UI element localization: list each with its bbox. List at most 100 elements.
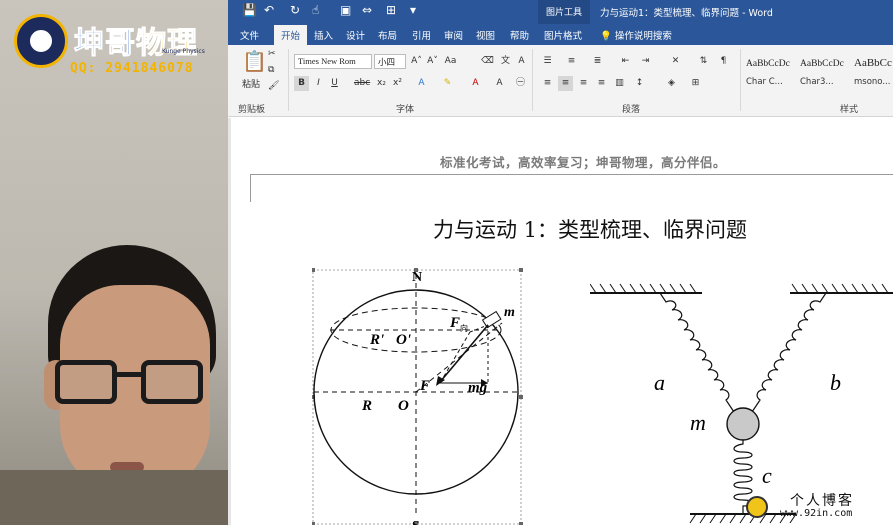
bullets-icon[interactable]: ☰ (540, 54, 555, 69)
show-marks-icon[interactable]: ¶ (716, 54, 731, 69)
paste-icon[interactable]: 📋 (242, 49, 267, 73)
cut-icon[interactable]: ✂ (268, 49, 276, 59)
title-bar: 💾 ↶ ↻ ☝ ▣ ⇔ ⊞ ▾ 图片工具 力与运动1：类型梳理、临界问题 - W… (228, 0, 893, 24)
earth-rotation-figure[interactable]: N S R' O' R O F F 向 mg m (312, 268, 524, 525)
spring-a (659, 292, 735, 413)
customize-qat-icon[interactable]: ▾ (410, 3, 416, 17)
text-effects-icon[interactable]: A (414, 76, 429, 91)
clear-format-icon[interactable]: ⌫ (480, 54, 495, 69)
spacing-icon[interactable]: ⇔ (362, 3, 372, 17)
touch-mode-icon[interactable]: ☝ (312, 3, 319, 17)
paste-button[interactable]: 粘贴 (242, 77, 260, 90)
label-f-subscript: 向 (460, 323, 468, 333)
justify-icon[interactable]: ≡ (594, 76, 609, 91)
label-mass: m (690, 410, 706, 435)
redo-icon[interactable]: ↻ (290, 3, 300, 17)
styles-group-label: 样式 (840, 105, 859, 115)
multilevel-list-icon[interactable]: ≣ (590, 54, 605, 69)
copy-icon[interactable]: ⧉ (268, 65, 274, 75)
tab-file[interactable]: 文件 (240, 28, 259, 42)
asian-layout-icon[interactable]: ✕ (668, 54, 683, 69)
italic-button[interactable]: I (311, 76, 326, 91)
label-spring-b: b (830, 370, 841, 395)
highlight-icon[interactable]: ✎ (440, 76, 455, 91)
align-right-icon[interactable]: ≡ (576, 76, 591, 91)
draw-table-icon[interactable]: ⊞ (386, 3, 396, 17)
logo-qq: QQ: 2941846078 (70, 61, 194, 76)
phonetic-guide-icon[interactable]: 文 (498, 54, 513, 69)
font-name-combo[interactable]: Times New Rom (294, 54, 372, 69)
font-color-icon[interactable]: A (468, 76, 483, 91)
label-o: O (398, 398, 409, 414)
presenter-glasses (55, 360, 215, 410)
watermark-url: www.92in.com (780, 508, 853, 519)
paragraph-group-label: 段落 (622, 105, 641, 115)
underline-button[interactable]: U (327, 76, 342, 91)
tab-view[interactable]: 视图 (476, 28, 495, 42)
grow-font-icon[interactable]: A˄ (409, 54, 424, 69)
label-m: m (504, 305, 515, 320)
change-case-icon[interactable]: Aa (443, 54, 458, 69)
window-title: 力与运动1：类型梳理、临界问题 - Word (600, 8, 773, 19)
numbering-icon[interactable]: ≡ (564, 54, 579, 69)
three-springs-figure[interactable]: a b c m (590, 278, 893, 525)
spring-b (751, 292, 827, 413)
align-center-icon[interactable]: ≡ (558, 76, 573, 91)
superscript-button[interactable]: x² (390, 76, 405, 91)
decrease-indent-icon[interactable]: ⇤ (618, 54, 633, 69)
style-msonormal[interactable]: AaBbCc msono... (854, 51, 893, 97)
style-char-c[interactable]: AaBbCcDc Char C... (746, 51, 800, 97)
sort-icon[interactable]: ⇅ (696, 54, 711, 69)
astronaut-icon (14, 14, 68, 68)
tab-review[interactable]: 审阅 (444, 28, 463, 42)
print-preview-icon[interactable]: ▣ (340, 3, 351, 17)
tab-insert[interactable]: 插入 (314, 28, 333, 42)
undo-icon[interactable]: ↶ (264, 3, 274, 17)
ribbon-tabs: 文件 开始 插入 设计 布局 引用 审阅 视图 帮助 图片格式 💡 操作说明搜索 (228, 24, 893, 46)
webcam-panel: 坤哥物理 Kunge Physics QQ: 2941846078 (0, 0, 228, 525)
document-heading[interactable]: 力与运动 1：类型梳理、临界问题 (433, 214, 747, 244)
strikethrough-button[interactable]: abc (354, 76, 370, 91)
char-border-icon[interactable]: A (514, 54, 529, 69)
tab-help[interactable]: 帮助 (510, 28, 529, 42)
shrink-font-icon[interactable]: A˅ (425, 54, 440, 69)
font-size-combo[interactable]: 小四 (374, 54, 406, 69)
tell-me-search[interactable]: 💡 操作说明搜索 (600, 28, 672, 42)
bold-button[interactable]: B (294, 76, 309, 91)
distributed-icon[interactable]: ▥ (612, 76, 627, 91)
watermark-title: 个人博客 (790, 493, 854, 509)
kunge-physics-logo: 坤哥物理 Kunge Physics QQ: 2941846078 (14, 12, 214, 82)
presenter-shirt (0, 470, 228, 525)
style-char3[interactable]: AaBbCcDc Char3... (800, 51, 854, 97)
save-icon[interactable]: 💾 (242, 3, 257, 17)
ribbon: 📋 粘贴 ✂ ⧉ 🖌 剪贴板 Times New Rom 小四 A˄ A˅ Aa… (228, 45, 893, 117)
label-spring-c: c (762, 463, 772, 488)
increase-indent-icon[interactable]: ⇥ (638, 54, 653, 69)
lightbulb-icon: 💡 (600, 31, 615, 42)
tab-picture-format[interactable]: 图片格式 (544, 28, 582, 42)
enclose-char-icon[interactable]: ㊀ (513, 76, 528, 91)
clipboard-group-label: 剪贴板 (238, 105, 266, 115)
label-o-prime: O' (396, 332, 411, 348)
mass-ball (726, 407, 760, 441)
line-spacing-icon[interactable]: ↕ (632, 76, 647, 91)
font-group-label: 字体 (396, 105, 415, 115)
page-header: 标准化考试，高效率复习；坤哥物理，高分伴侣。 (440, 155, 727, 170)
header-rule (250, 174, 893, 175)
document-page[interactable]: 标准化考试，高效率复习；坤哥物理，高分伴侣。 力与运动 1：类型梳理、临界问题 … (228, 118, 893, 525)
char-shading-icon[interactable]: A (492, 76, 507, 91)
tab-layout[interactable]: 布局 (378, 28, 397, 42)
format-painter-icon[interactable]: 🖌 (268, 81, 279, 91)
tab-home[interactable]: 开始 (274, 25, 308, 46)
label-r: R (361, 398, 372, 414)
borders-icon[interactable]: ⊞ (688, 76, 703, 91)
shading-icon[interactable]: ◈ (664, 76, 679, 91)
align-left-icon[interactable]: ≡ (540, 76, 555, 91)
tab-design[interactable]: 设计 (346, 28, 365, 42)
label-f-centripetal: F (449, 315, 460, 331)
logo-subtitle: Kunge Physics (162, 48, 205, 55)
tab-references[interactable]: 引用 (412, 28, 431, 42)
subscript-button[interactable]: x₂ (374, 76, 389, 91)
vertical-ruler (228, 118, 231, 525)
picture-tools-context: 图片工具 (538, 0, 591, 24)
